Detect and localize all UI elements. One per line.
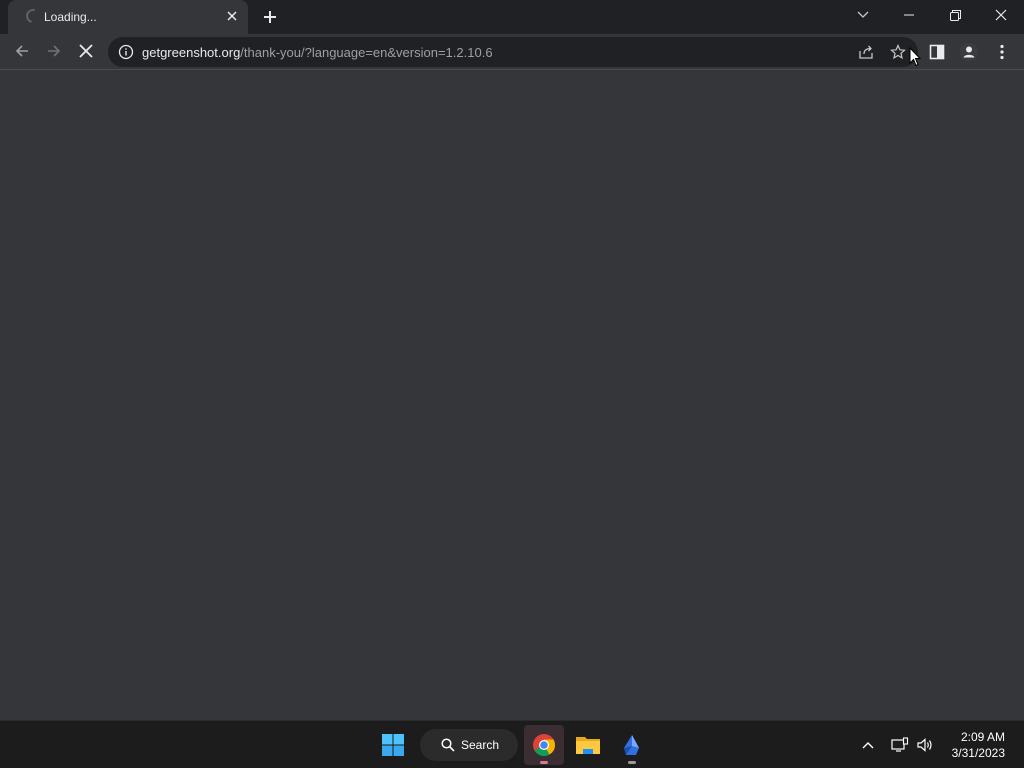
restore-icon (949, 9, 961, 21)
close-icon (995, 9, 1007, 21)
folder-icon (576, 737, 600, 754)
start-button[interactable] (373, 725, 413, 765)
profile-button[interactable] (955, 38, 983, 66)
browser-toolbar: getgreenshot.org/thank-you/?language=en&… (0, 34, 1024, 70)
chevron-down-icon (857, 11, 869, 18)
windows-taskbar: Search 2:09 AM 3/31/2023 (0, 720, 1024, 768)
url-path: /thank-you/?language=en&version=1.2.10.6 (240, 45, 493, 60)
search-label: Search (461, 738, 500, 752)
side-panel-icon (929, 44, 945, 60)
forward-button[interactable] (39, 36, 69, 66)
tab-active[interactable]: Loading... (8, 0, 248, 34)
arrow-right-icon (48, 45, 61, 57)
plus-icon (264, 11, 276, 23)
taskbar-file-explorer[interactable] (568, 725, 608, 765)
stop-loading-button[interactable] (71, 36, 101, 66)
minimize-icon (904, 14, 914, 16)
kebab-menu-icon (1000, 44, 1004, 60)
running-indicator (628, 761, 636, 764)
running-indicator (540, 761, 548, 764)
address-bar[interactable]: getgreenshot.org/thank-you/?language=en&… (108, 37, 918, 67)
close-window-button[interactable] (978, 0, 1024, 30)
page-content-area (0, 71, 1024, 720)
new-tab-button[interactable] (258, 5, 282, 29)
app-crystal-icon (624, 735, 639, 755)
restore-button[interactable] (932, 0, 978, 30)
minimize-button[interactable] (886, 0, 932, 30)
tab-close-icon[interactable] (223, 7, 241, 25)
taskbar-clock[interactable]: 2:09 AM 3/31/2023 (952, 729, 1005, 761)
menu-button[interactable] (988, 38, 1016, 66)
chrome-icon (533, 734, 555, 756)
arrow-left-icon (15, 45, 28, 57)
clock-time: 2:09 AM (960, 730, 1005, 744)
taskbar-search[interactable]: Search (420, 729, 518, 761)
share-icon[interactable] (856, 42, 876, 62)
tab-title: Loading... (44, 10, 97, 24)
windows-logo-icon (382, 734, 404, 756)
bookmark-star-icon[interactable] (888, 42, 908, 62)
loading-spinner-icon (23, 6, 43, 26)
taskbar-app-blue[interactable] (612, 725, 652, 765)
url-host: getgreenshot.org (142, 45, 241, 60)
taskbar-chrome[interactable] (524, 725, 564, 765)
url-text[interactable]: getgreenshot.org/thank-you/?language=en&… (142, 45, 493, 60)
tab-search-button[interactable] (840, 0, 886, 30)
site-info-icon[interactable] (118, 44, 134, 60)
side-panel-button[interactable] (923, 38, 951, 66)
search-icon (441, 738, 455, 752)
profile-icon (960, 43, 978, 61)
browser-titlebar: Loading... (0, 0, 1024, 34)
back-button[interactable] (7, 36, 37, 66)
network-icon[interactable] (890, 735, 910, 755)
tray-overflow-icon[interactable] (858, 735, 878, 755)
clock-date: 3/31/2023 (951, 746, 1005, 760)
volume-icon[interactable] (915, 735, 935, 755)
mouse-cursor-icon (909, 47, 921, 67)
stop-icon (79, 44, 93, 58)
